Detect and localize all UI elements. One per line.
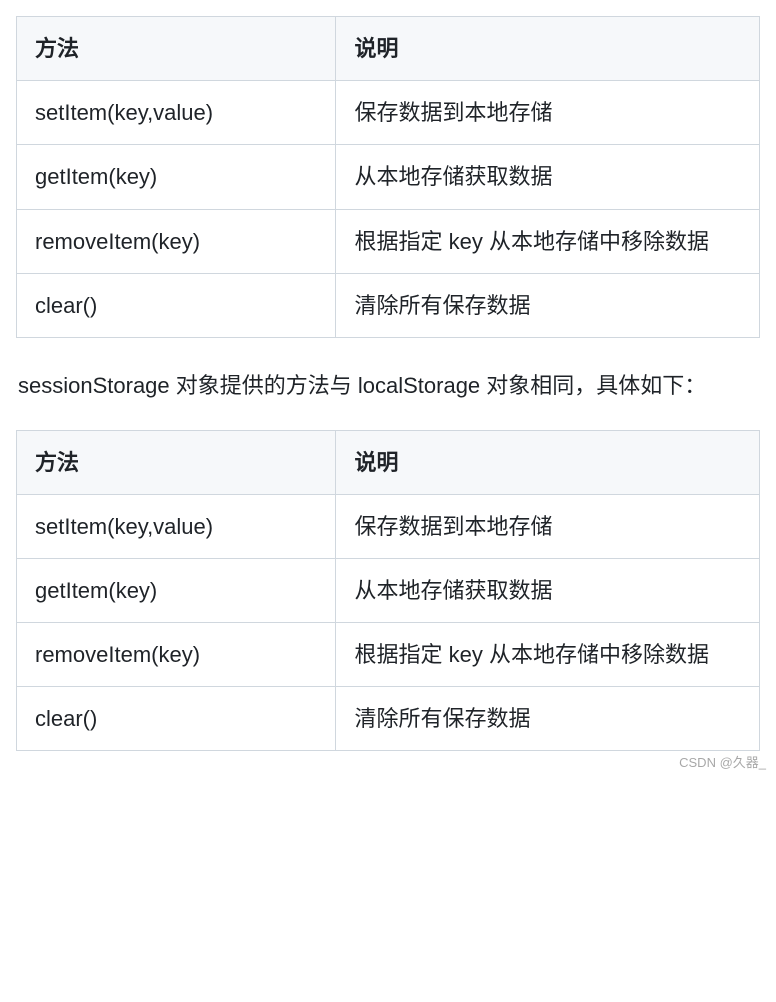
- method-cell: clear(): [17, 687, 336, 751]
- method-cell: setItem(key,value): [17, 81, 336, 145]
- desc-cell: 保存数据到本地存储: [336, 494, 760, 558]
- method-cell: clear(): [17, 273, 336, 337]
- method-cell: removeItem(key): [17, 623, 336, 687]
- local-storage-methods-table: 方法 说明 setItem(key,value) 保存数据到本地存储 getIt…: [16, 16, 760, 338]
- desc-cell: 清除所有保存数据: [336, 273, 760, 337]
- table-row: clear() 清除所有保存数据: [17, 273, 760, 337]
- table-header-row: 方法 说明: [17, 17, 760, 81]
- table-row: setItem(key,value) 保存数据到本地存储: [17, 494, 760, 558]
- desc-cell: 根据指定 key 从本地存储中移除数据: [336, 623, 760, 687]
- table-row: removeItem(key) 根据指定 key 从本地存储中移除数据: [17, 209, 760, 273]
- table-header-method: 方法: [17, 430, 336, 494]
- table-header-method: 方法: [17, 17, 336, 81]
- watermark: CSDN @久器_: [679, 752, 766, 771]
- table-row: removeItem(key) 根据指定 key 从本地存储中移除数据: [17, 623, 760, 687]
- method-cell: setItem(key,value): [17, 494, 336, 558]
- session-storage-methods-table: 方法 说明 setItem(key,value) 保存数据到本地存储 getIt…: [16, 430, 760, 752]
- method-cell: removeItem(key): [17, 209, 336, 273]
- method-cell: getItem(key): [17, 558, 336, 622]
- method-cell: getItem(key): [17, 145, 336, 209]
- desc-cell: 清除所有保存数据: [336, 687, 760, 751]
- desc-cell: 从本地存储获取数据: [336, 558, 760, 622]
- table-row: setItem(key,value) 保存数据到本地存储: [17, 81, 760, 145]
- session-storage-paragraph: sessionStorage 对象提供的方法与 localStorage 对象相…: [18, 366, 758, 406]
- table-header-row: 方法 说明: [17, 430, 760, 494]
- table-row: clear() 清除所有保存数据: [17, 687, 760, 751]
- table-row: getItem(key) 从本地存储获取数据: [17, 145, 760, 209]
- table-row: getItem(key) 从本地存储获取数据: [17, 558, 760, 622]
- table-header-desc: 说明: [336, 17, 760, 81]
- desc-cell: 从本地存储获取数据: [336, 145, 760, 209]
- table-header-desc: 说明: [336, 430, 760, 494]
- desc-cell: 根据指定 key 从本地存储中移除数据: [336, 209, 760, 273]
- desc-cell: 保存数据到本地存储: [336, 81, 760, 145]
